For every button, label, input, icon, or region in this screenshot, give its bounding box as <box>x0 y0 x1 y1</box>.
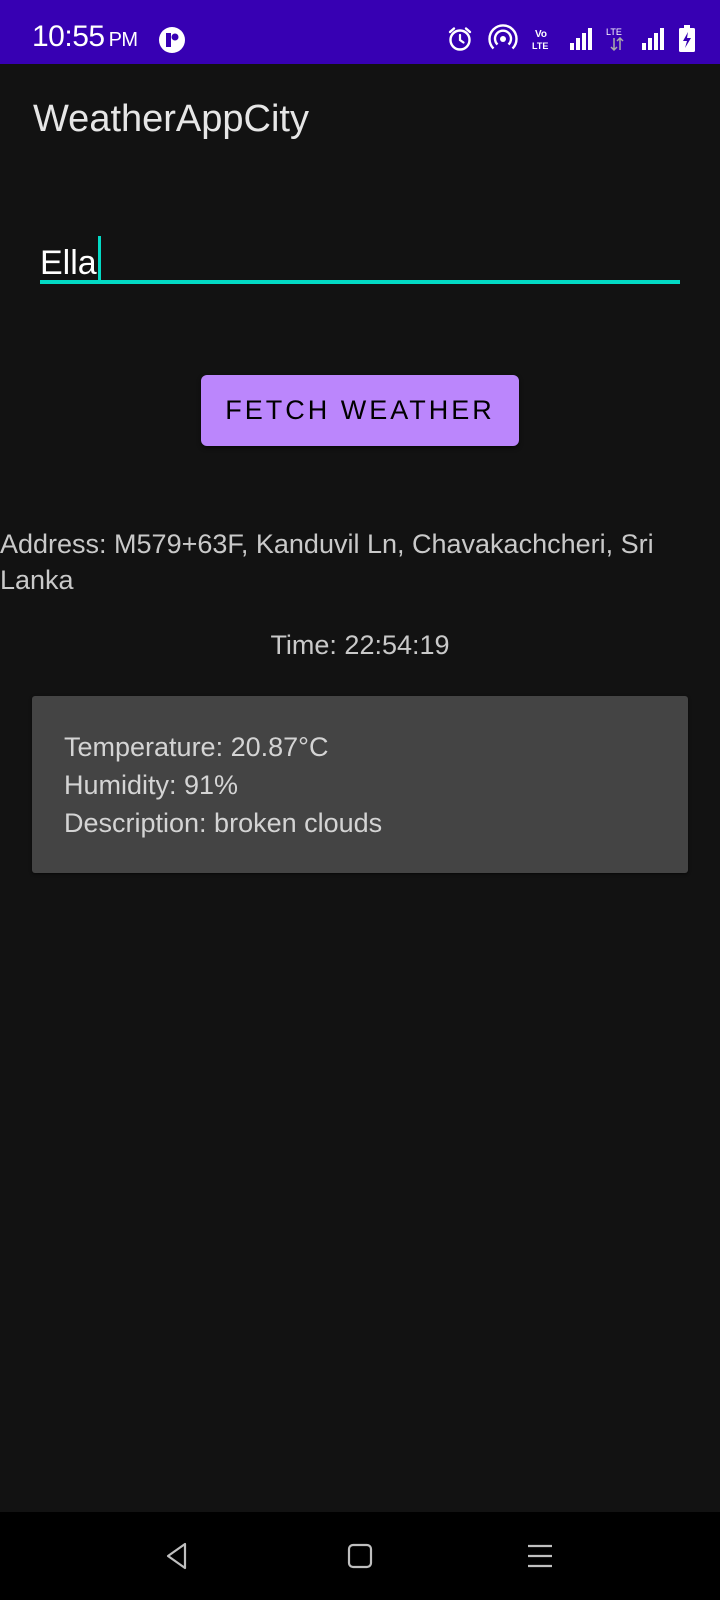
city-input-value[interactable]: Ella <box>40 244 97 282</box>
text-caret <box>97 236 101 284</box>
weather-card: Temperature: 20.87°C Humidity: 91% Descr… <box>32 696 688 873</box>
status-ampm: PM <box>108 29 139 51</box>
temperature-text: Temperature: 20.87°C <box>64 732 329 762</box>
description-text: Description: broken clouds <box>64 808 383 838</box>
city-input-field[interactable]: Ella <box>40 222 680 284</box>
status-time: 10:55 <box>32 20 105 53</box>
hotspot-icon <box>488 24 518 50</box>
city-input[interactable]: Ella <box>40 236 101 284</box>
home-button[interactable] <box>320 1512 400 1600</box>
signal-icon <box>642 28 664 50</box>
recents-icon <box>528 1544 552 1568</box>
back-button[interactable] <box>137 1512 217 1600</box>
humidity-text: Humidity: 91% <box>64 770 239 800</box>
recents-button[interactable] <box>500 1512 580 1600</box>
battery-charging-icon <box>679 25 695 52</box>
alarm-icon <box>448 27 472 51</box>
navigation-bar <box>0 1512 720 1600</box>
home-icon <box>347 1543 373 1569</box>
volte-label-top: Vo <box>535 29 547 40</box>
signal-icon <box>570 28 592 50</box>
volte-label-bottom: LTE <box>532 41 548 51</box>
lte-signal-icon: LTE <box>606 27 624 52</box>
app-notification-icon <box>159 27 185 53</box>
input-underline <box>40 280 680 284</box>
lte-label: LTE <box>606 27 622 37</box>
volte-icon: Vo LTE <box>532 29 548 51</box>
status-icons: Vo LTE LTE <box>446 24 696 54</box>
status-clock: 10:55 PM <box>32 20 138 54</box>
screen: 10:55 PM Vo LTE LTE WeatherAppCity Ella … <box>0 0 720 1600</box>
fetch-weather-button[interactable]: FETCH WEATHER <box>201 375 519 446</box>
app-title: WeatherAppCity <box>33 98 309 140</box>
status-bar: 10:55 PM Vo LTE LTE <box>0 0 720 64</box>
back-icon <box>166 1542 187 1570</box>
address-text: Address: M579+63F, Kanduvil Ln, Chavakac… <box>0 529 654 595</box>
time-text: Time: 22:54:19 <box>270 630 450 660</box>
